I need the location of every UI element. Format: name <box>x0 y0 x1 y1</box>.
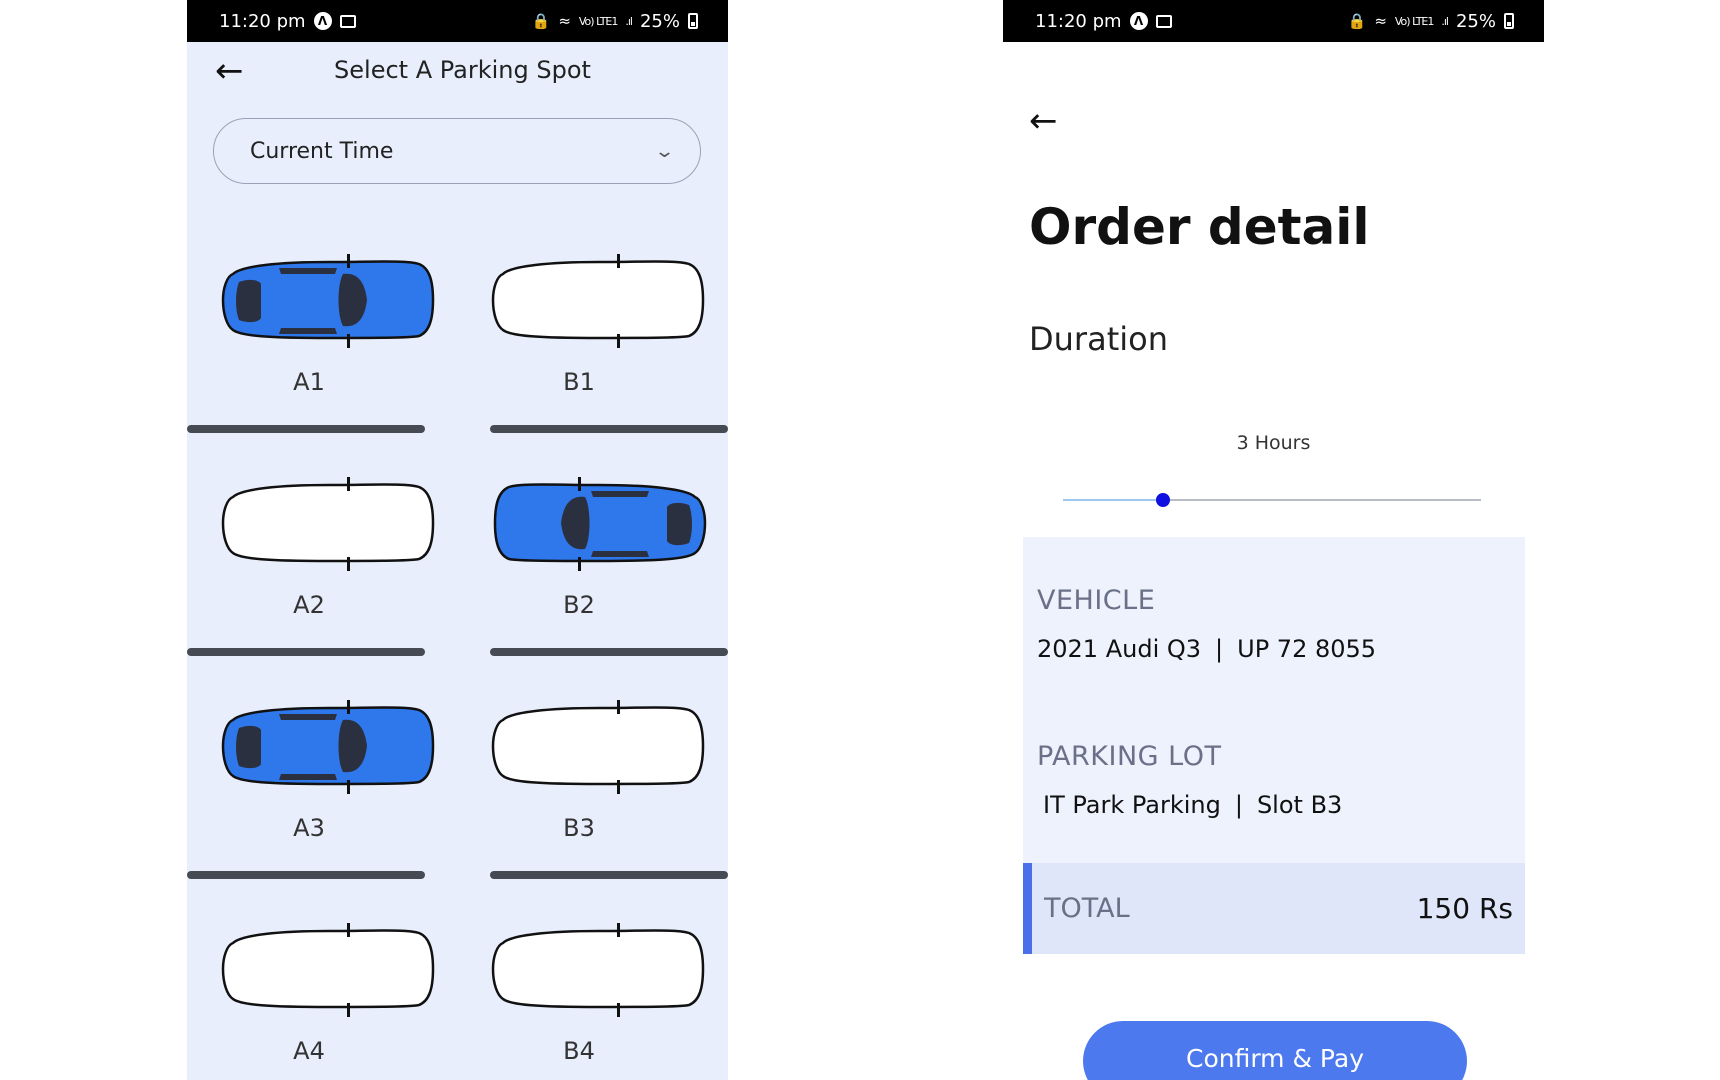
time-select-value: Current Time <box>250 138 394 164</box>
vehicle-model: 2021 Audi Q3 <box>1037 635 1202 663</box>
spot-label: B3 <box>563 814 595 842</box>
total-label: TOTAL <box>1044 893 1130 924</box>
total-row: TOTAL 150 Rs <box>1023 863 1525 954</box>
vehicle-label: VEHICLE <box>1037 585 1156 616</box>
car-empty-icon <box>491 254 705 348</box>
duration-heading: Duration <box>1029 320 1168 358</box>
parking-lot-value: IT Park Parking | Slot B3 <box>1043 791 1342 819</box>
parking-spot-a4[interactable]: A4 <box>189 897 435 1080</box>
signal-icon: .ıl <box>1441 14 1449 28</box>
wifi-icon: ≈ <box>558 12 571 30</box>
order-info-card: VEHICLE 2021 Audi Q3 | UP 72 8055 PARKING … <box>1023 537 1525 863</box>
spot-label: A4 <box>293 1037 325 1065</box>
network-type: Vo) LTE1 <box>1394 14 1434 28</box>
parking-lot-separator: | <box>1234 791 1243 819</box>
vehicle-value: 2021 Audi Q3 | UP 72 8055 <box>1037 635 1376 663</box>
lane-divider <box>187 648 425 656</box>
lane-divider <box>187 871 425 879</box>
battery-icon <box>688 13 698 29</box>
parking-spot-screen: 11:20 pm Λ 🔒 ≈ Vo) LTE1 .ıl 25% ← Select… <box>187 0 728 1080</box>
chevron-down-icon: ⌄ <box>653 140 676 162</box>
wifi-icon: ≈ <box>1374 12 1387 30</box>
lane-divider <box>490 648 728 656</box>
parking-spot-a3[interactable]: A3 <box>189 674 435 894</box>
header: ← Select A Parking Spot <box>187 42 728 106</box>
parking-lot-label: PARKING LOT <box>1037 741 1222 772</box>
lane-divider <box>490 425 728 433</box>
lane-divider <box>187 425 425 433</box>
app-notification-icon: Λ <box>313 12 332 30</box>
spot-label: A1 <box>293 368 325 396</box>
page-title: Order detail <box>1029 198 1370 256</box>
order-detail-screen: 11:20 pm Λ 🔒 ≈ Vo) LTE1 .ıl 25% ← Order … <box>1003 0 1544 1080</box>
battery-icon <box>1504 13 1514 29</box>
duration-slider[interactable] <box>1063 493 1481 507</box>
car-empty-icon <box>221 477 435 571</box>
car-empty-icon <box>491 700 705 794</box>
car-empty-icon <box>491 923 705 1017</box>
car-occupied-icon <box>221 700 435 794</box>
lane-divider <box>490 871 728 879</box>
spot-label: B2 <box>563 591 595 619</box>
spot-label: A3 <box>293 814 325 842</box>
status-bar: 11:20 pm Λ 🔒 ≈ Vo) LTE1 .ıl 25% <box>1003 0 1544 42</box>
car-empty-icon <box>221 923 435 1017</box>
image-notification-icon <box>1155 14 1172 28</box>
parking-spot-b3[interactable]: B3 <box>459 674 705 894</box>
slider-fill <box>1063 499 1164 501</box>
spot-label: A2 <box>293 591 325 619</box>
parking-spot-a2[interactable]: A2 <box>189 451 435 671</box>
lock-icon: 🔒 <box>1347 12 1367 30</box>
total-value: 150 Rs <box>1416 892 1513 925</box>
status-bar: 11:20 pm Λ 🔒 ≈ Vo) LTE1 .ıl 25% <box>187 0 728 42</box>
lock-icon: 🔒 <box>531 12 551 30</box>
status-time: 11:20 pm <box>1035 10 1122 32</box>
slider-thumb[interactable] <box>1156 493 1171 507</box>
parking-spot-b4[interactable]: B4 <box>459 897 705 1080</box>
car-occupied-icon <box>493 477 707 571</box>
battery-percent: 25% <box>639 10 680 32</box>
image-notification-icon <box>339 14 356 28</box>
network-type: Vo) LTE1 <box>578 14 618 28</box>
duration-value: 3 Hours <box>1236 432 1311 454</box>
parking-lot-name: IT Park Parking <box>1043 791 1221 819</box>
parking-spot-b2[interactable]: B2 <box>459 451 707 671</box>
vehicle-separator: | <box>1215 635 1224 663</box>
signal-icon: .ıl <box>625 14 633 28</box>
spot-label: B1 <box>563 368 595 396</box>
time-select-dropdown[interactable]: Current Time ⌄ <box>213 118 701 184</box>
page-title: Select A Parking Spot <box>334 56 591 84</box>
parking-spot-b1[interactable]: B1 <box>459 228 705 448</box>
battery-percent: 25% <box>1455 10 1496 32</box>
car-occupied-icon <box>221 254 435 348</box>
spot-label: B4 <box>563 1037 595 1065</box>
back-arrow-icon[interactable]: ← <box>1029 104 1058 138</box>
confirm-pay-button[interactable]: Confirm & Pay <box>1083 1021 1467 1080</box>
status-time: 11:20 pm <box>219 10 306 32</box>
vehicle-plate: UP 72 8055 <box>1237 635 1377 663</box>
app-notification-icon: Λ <box>1129 12 1148 30</box>
parking-slot: Slot B3 <box>1256 791 1343 819</box>
parking-spot-a1[interactable]: A1 <box>189 228 435 448</box>
